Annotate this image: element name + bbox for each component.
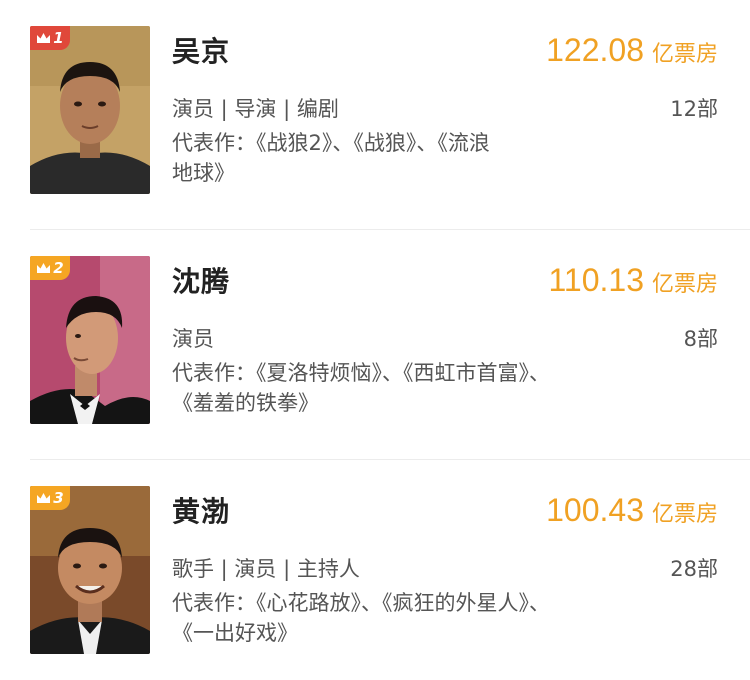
actor-portrait-image — [30, 256, 150, 424]
actor-name[interactable]: 吴京 — [172, 30, 230, 70]
actor-roles: 演员 | 导演 | 编剧 — [172, 97, 339, 121]
representative-works: 代表作：《心花路放》、《疯狂的外星人》、 《一出好戏》 — [172, 588, 672, 648]
actor-photo[interactable]: 3 — [30, 486, 150, 654]
rank-badge: 2 — [30, 256, 70, 280]
box-office: 110.13 亿票房 — [548, 262, 718, 299]
works-line: 《羞羞的铁拳》 — [172, 391, 319, 415]
box-office-unit: 亿票房 — [651, 42, 718, 67]
actor-photo[interactable]: 1 — [30, 26, 150, 194]
film-count: 8部 — [683, 327, 718, 351]
works-line: 代表作：《夏洛特烦恼》、《西虹市首富》、 — [172, 361, 550, 385]
actor-name[interactable]: 沈腾 — [172, 260, 230, 300]
box-office: 100.43 亿票房 — [546, 492, 718, 529]
works-line: 地球》 — [172, 161, 235, 185]
box-office-unit: 亿票房 — [651, 502, 718, 527]
box-office-unit: 亿票房 — [651, 272, 718, 297]
actor-portrait-image — [30, 26, 150, 194]
box-office: 122.08 亿票房 — [546, 32, 718, 69]
list-item[interactable]: 1 吴京 122.08 亿票房 演员 | 导演 | 编剧 12部 代表作：《战狼… — [0, 0, 750, 230]
box-office-amount: 110.13 — [548, 262, 644, 298]
works-line: 代表作：《战狼2》、《战狼》、《流浪 — [172, 131, 490, 155]
actor-roles: 歌手 | 演员 | 主持人 — [172, 557, 360, 581]
rank-number: 2 — [53, 258, 64, 277]
actor-portrait-image — [30, 486, 150, 654]
box-office-amount: 122.08 — [546, 32, 644, 68]
film-count: 12部 — [670, 97, 718, 121]
rank-badge: 3 — [30, 486, 70, 510]
rank-badge: 1 — [30, 26, 70, 50]
rank-number: 1 — [53, 28, 64, 47]
works-line: 《一出好戏》 — [172, 621, 298, 645]
actor-photo[interactable]: 2 — [30, 256, 150, 424]
box-office-amount: 100.43 — [546, 492, 644, 528]
list-item[interactable]: 2 沈腾 110.13 亿票房 演员 8部 代表作：《夏洛特烦恼》、《西虹市首富… — [0, 230, 750, 460]
representative-works: 代表作：《战狼2》、《战狼》、《流浪 地球》 — [172, 128, 672, 188]
works-line: 代表作：《心花路放》、《疯狂的外星人》、 — [172, 591, 550, 615]
rank-number: 3 — [53, 488, 64, 507]
crown-icon — [37, 33, 51, 43]
representative-works: 代表作：《夏洛特烦恼》、《西虹市首富》、 《羞羞的铁拳》 — [172, 358, 672, 418]
list-item[interactable]: 3 黄渤 100.43 亿票房 歌手 | 演员 | 主持人 28部 代表作：《心… — [0, 460, 750, 680]
actor-name[interactable]: 黄渤 — [172, 490, 230, 530]
actor-roles: 演员 — [172, 327, 214, 351]
film-count: 28部 — [670, 557, 718, 581]
crown-icon — [37, 263, 51, 273]
actor-ranking-list: 1 吴京 122.08 亿票房 演员 | 导演 | 编剧 12部 代表作：《战狼… — [0, 0, 750, 680]
crown-icon — [37, 493, 51, 503]
